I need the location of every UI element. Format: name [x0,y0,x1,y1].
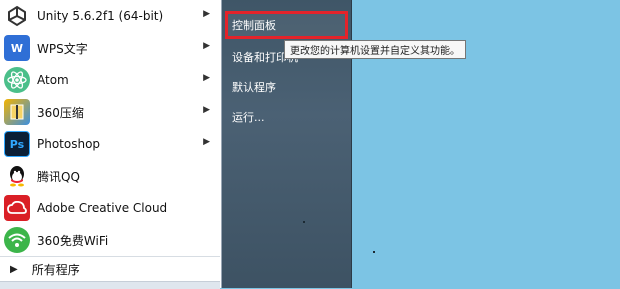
triangle-right-icon: ▶ [10,263,18,275]
360-zip-icon [4,99,30,125]
wifi-icon [4,227,30,253]
program-item-atom[interactable]: Atom ▶ [0,64,220,96]
photoshop-icon: Ps [4,131,30,157]
program-label: WPS文字 [37,41,88,56]
chevron-right-icon: ▶ [203,9,210,19]
all-programs-button[interactable]: ▶ 所有程序 [0,256,220,281]
run-label: 运行... [232,111,265,124]
program-label: Unity 5.6.2f1 (64-bit) [37,9,164,23]
program-label: Atom [37,73,69,87]
program-label: Adobe Creative Cloud [37,201,168,215]
chevron-right-icon: ▶ [203,41,210,51]
program-label: 360免费WiFi [37,233,109,248]
programs-list: Unity 5.6.2f1 (64-bit) ▶ W WPS文字 ▶ Atom … [0,0,222,289]
chevron-right-icon: ▶ [203,137,210,147]
program-item-creative-cloud[interactable]: Adobe Creative Cloud [0,192,220,224]
pane-speck [303,221,305,223]
atom-icon [4,67,30,93]
program-label: Photoshop [37,137,101,151]
highlight-annotation [225,11,348,39]
unity-icon [4,3,30,29]
desktop-speck [373,251,375,253]
tooltip-text: 更改您的计算机设置并自定义其功能。 [290,46,460,57]
program-item-360wifi[interactable]: 360免费WiFi [0,224,220,256]
program-item-qq[interactable]: 腾讯QQ [0,160,220,192]
program-item-unity[interactable]: Unity 5.6.2f1 (64-bit) ▶ [0,0,220,32]
program-label: 腾讯QQ [37,169,80,184]
qq-icon [4,163,30,189]
default-programs-link[interactable]: 默认程序 [232,78,342,96]
creative-cloud-icon [4,195,30,221]
program-item-photoshop[interactable]: Ps Photoshop ▶ [0,128,220,160]
chevron-right-icon: ▶ [203,73,210,83]
tooltip: 更改您的计算机设置并自定义其功能。 [284,40,466,59]
program-item-wps[interactable]: W WPS文字 ▶ [0,32,220,64]
program-item-360zip[interactable]: 360压缩 ▶ [0,96,220,128]
program-label: 360压缩 [37,105,84,120]
all-programs-label: 所有程序 [31,262,80,277]
default-programs-label: 默认程序 [232,81,276,94]
chevron-right-icon: ▶ [203,105,210,115]
wps-icon: W [4,35,30,61]
run-link[interactable]: 运行... [232,108,342,126]
